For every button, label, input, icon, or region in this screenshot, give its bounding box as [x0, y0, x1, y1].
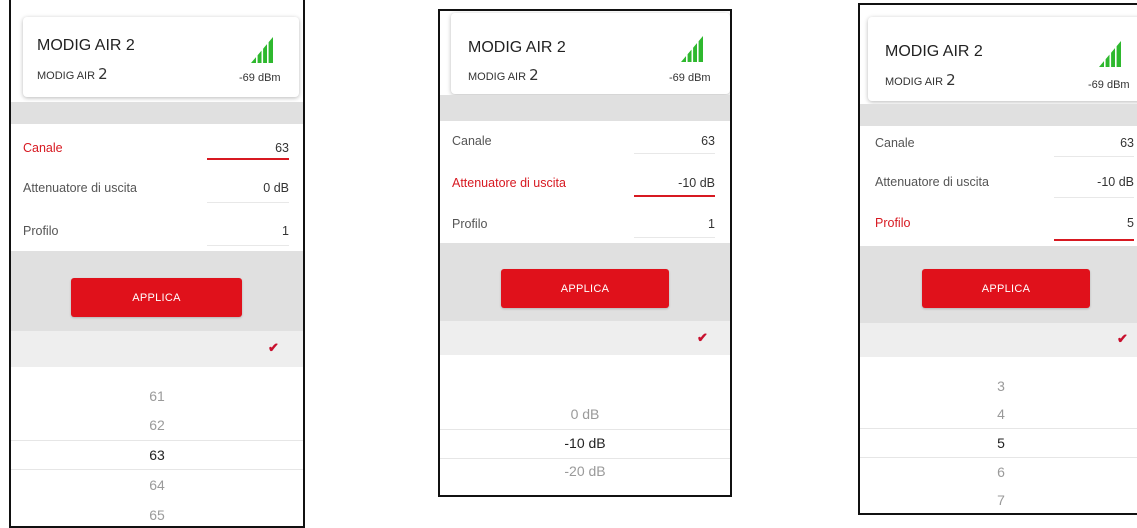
picker-selection-line [440, 458, 730, 459]
device-card[interactable]: MODIG AIR 2 MODIG AIR 2 -69 dBm [23, 17, 299, 97]
device-name: MODIG AIR 2 [468, 39, 566, 56]
picker-item[interactable]: 6 [860, 464, 1137, 480]
signal-strength-icon [681, 36, 703, 62]
device-card[interactable]: MODIG AIR 2 MODIG AIR 2 -69 dBm [451, 13, 730, 94]
field-value[interactable]: -10 dB [678, 176, 715, 190]
device-name: MODIG AIR 2 [885, 43, 983, 60]
device-sub-label: MODIG AIR 2 [37, 65, 108, 83]
rssi-value: -69 dBm [669, 72, 711, 84]
field-profilo[interactable]: Profilo 1 [11, 208, 303, 250]
field-label: Canale [452, 134, 492, 148]
field-underline [1054, 197, 1134, 198]
field-attenuatore[interactable]: Attenuatore di uscita -10 dB [860, 164, 1137, 206]
device-name: MODIG AIR 2 [37, 37, 135, 54]
field-canale[interactable]: Canale 63 [440, 121, 730, 163]
check-icon[interactable]: ✔ [268, 340, 279, 356]
picker-item-selected[interactable]: 5 [860, 435, 1137, 451]
device-sub-label: MODIG AIR 2 [468, 66, 539, 84]
picker-item-selected[interactable]: 63 [11, 447, 303, 463]
field-underline [207, 158, 289, 160]
field-underline [634, 237, 715, 238]
field-label: Canale [23, 141, 63, 155]
field-value[interactable]: 63 [701, 134, 715, 148]
picker-toolbar [11, 331, 303, 367]
picker-item[interactable]: 65 [11, 507, 303, 523]
signal-strength-icon [1099, 41, 1121, 67]
field-label: Attenuatore di uscita [875, 175, 989, 189]
picker-selection-line [440, 429, 730, 430]
field-underline [207, 202, 289, 203]
picker-item[interactable]: 0 dB [440, 406, 730, 422]
apply-button[interactable]: APPLICA [501, 269, 669, 308]
field-underline [634, 153, 715, 154]
rssi-value: -69 dBm [1088, 79, 1130, 91]
field-canale[interactable]: Canale 63 [11, 124, 303, 166]
field-underline [207, 245, 289, 246]
field-value[interactable]: -10 dB [1097, 175, 1134, 189]
picker-item[interactable]: 4 [860, 406, 1137, 422]
header-band [11, 102, 303, 124]
field-attenuatore[interactable]: Attenuatore di uscita 0 dB [11, 166, 303, 208]
device-sub-label: MODIG AIR 2 [885, 71, 956, 89]
screen-attenuatore: MODIG AIR 2 MODIG AIR 2 -69 dBm Canale 6… [438, 9, 732, 497]
picker-toolbar [440, 321, 730, 355]
header-band [860, 104, 1137, 126]
picker-item[interactable]: 64 [11, 477, 303, 493]
field-value[interactable]: 63 [1120, 136, 1134, 150]
field-label: Attenuatore di uscita [452, 176, 566, 190]
picker-item[interactable]: -20 dB [440, 463, 730, 479]
picker-item[interactable]: 61 [11, 388, 303, 404]
field-profilo[interactable]: Profilo 5 [860, 206, 1137, 246]
apply-button[interactable]: APPLICA [71, 278, 242, 317]
field-underline [634, 195, 715, 197]
field-value[interactable]: 63 [275, 141, 289, 155]
screen-canale: MODIG AIR 2 MODIG AIR 2 -69 dBm Canale 6… [9, 0, 305, 528]
header-band [440, 95, 730, 121]
field-underline [1054, 156, 1134, 157]
picker-selection-line [860, 457, 1137, 458]
field-value[interactable]: 0 dB [263, 181, 289, 195]
field-label: Attenuatore di uscita [23, 181, 137, 195]
field-value[interactable]: 5 [1127, 216, 1134, 230]
apply-button[interactable]: APPLICA [922, 269, 1090, 308]
field-canale[interactable]: Canale 63 [860, 126, 1137, 164]
rssi-value: -69 dBm [239, 72, 281, 84]
field-attenuatore[interactable]: Attenuatore di uscita -10 dB [440, 163, 730, 205]
picker-selection-line [11, 440, 303, 441]
picker-item-selected[interactable]: -10 dB [440, 435, 730, 451]
picker-toolbar [860, 323, 1137, 357]
field-value[interactable]: 1 [282, 224, 289, 238]
screen-profilo: MODIG AIR 2 MODIG AIR 2 -69 dBm Canale 6… [858, 3, 1137, 515]
field-label: Profilo [875, 216, 911, 230]
signal-strength-icon [251, 37, 273, 63]
check-icon[interactable]: ✔ [1117, 331, 1128, 347]
field-value[interactable]: 1 [708, 217, 715, 231]
picker-item[interactable]: 3 [860, 378, 1137, 394]
picker-selection-line [860, 428, 1137, 429]
picker-item[interactable]: 62 [11, 417, 303, 433]
device-card[interactable]: MODIG AIR 2 MODIG AIR 2 -69 dBm [868, 17, 1137, 101]
picker-selection-line [11, 469, 303, 470]
field-label: Profilo [452, 217, 488, 231]
field-label: Profilo [23, 224, 59, 238]
field-underline [1054, 239, 1134, 241]
field-profilo[interactable]: Profilo 1 [440, 205, 730, 243]
check-icon[interactable]: ✔ [697, 330, 708, 346]
picker-item[interactable]: 7 [860, 492, 1137, 508]
field-label: Canale [875, 136, 915, 150]
